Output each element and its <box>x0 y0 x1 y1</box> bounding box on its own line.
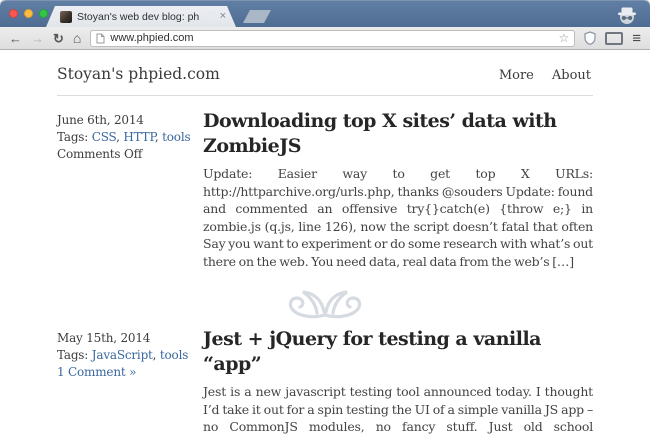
extension-icon[interactable] <box>605 31 624 45</box>
post-tags: Tags: CSS HTTP tools <box>57 129 203 146</box>
comments-link[interactable]: 1 Comment » <box>57 365 136 379</box>
post-comments-status: Comments Off <box>57 147 143 161</box>
reload-icon[interactable]: ↻ <box>53 32 64 45</box>
post-title-link[interactable]: Downloading top X sites’ data with Zombi… <box>203 110 557 157</box>
new-tab-button[interactable] <box>243 10 271 23</box>
back-icon[interactable]: ← <box>9 32 22 45</box>
page-icon <box>96 33 105 43</box>
window-controls <box>9 9 48 18</box>
post-title: Downloading top X sites’ data with Zombi… <box>203 109 593 159</box>
tab-close-icon[interactable]: × <box>220 11 226 22</box>
tag-link[interactable]: tools <box>162 130 190 144</box>
menu-icon[interactable]: ≡ <box>632 31 641 46</box>
post-tags: Tags: JavaScript tools <box>57 347 203 364</box>
tags-label: Tags: <box>57 348 89 362</box>
tag-item: tools <box>160 348 188 362</box>
browser-window: Stoyan's web dev blog: ph × ← → ↻ ⌂ www.… <box>0 0 650 435</box>
tag-item: HTTP <box>123 130 162 144</box>
post-excerpt: Update: Easier way to get top X URLs: ht… <box>203 166 593 269</box>
post-separator <box>57 285 593 323</box>
site-header: Stoyan's phpied.com More About <box>57 50 593 96</box>
post-article: June 6th, 2014 Tags: CSS HTTP tools Comm… <box>57 109 593 270</box>
post-title-link[interactable]: Jest + jQuery for testing a vanilla “app… <box>203 328 542 375</box>
post-body: Jest + jQuery for testing a vanilla “app… <box>203 327 593 435</box>
close-window-button[interactable] <box>9 9 18 18</box>
tags-label: Tags: <box>57 130 89 144</box>
tab-title: Stoyan's web dev blog: ph <box>77 11 216 23</box>
tag-item: JavaScript <box>92 348 160 362</box>
shield-icon[interactable] <box>584 31 596 45</box>
tab-favicon <box>60 11 72 23</box>
tag-link[interactable]: HTTP <box>123 130 155 144</box>
forward-icon[interactable]: → <box>31 32 44 45</box>
tag-link[interactable]: CSS <box>92 130 117 144</box>
post-body: Downloading top X sites’ data with Zombi… <box>203 109 593 270</box>
tag-link[interactable]: tools <box>160 348 188 362</box>
browser-tab[interactable]: Stoyan's web dev blog: ph × <box>46 6 236 27</box>
tag-item: tools <box>162 130 190 144</box>
post-excerpt: Jest is a new javascript testing tool an… <box>203 384 593 434</box>
tag-item: CSS <box>92 130 124 144</box>
site-title[interactable]: Stoyan's phpied.com <box>57 65 220 83</box>
site-nav: More About <box>499 68 591 83</box>
post-meta: June 6th, 2014 Tags: CSS HTTP tools Comm… <box>57 109 203 270</box>
post-date: June 6th, 2014 <box>57 113 144 127</box>
profile-spy-icon[interactable] <box>616 5 638 25</box>
post-meta: May 15th, 2014 Tags: JavaScript tools 1 … <box>57 327 203 435</box>
home-icon[interactable]: ⌂ <box>73 31 81 45</box>
nav-link-more[interactable]: More <box>499 68 534 83</box>
page-viewport: Stoyan's phpied.com More About June 6th,… <box>0 50 650 435</box>
post-title: Jest + jQuery for testing a vanilla “app… <box>203 327 593 377</box>
post-article: May 15th, 2014 Tags: JavaScript tools 1 … <box>57 327 593 435</box>
flourish-ornament-icon <box>288 290 362 319</box>
tag-link[interactable]: JavaScript <box>92 348 153 362</box>
page-content: Stoyan's phpied.com More About June 6th,… <box>57 50 593 435</box>
post-comments-link: 1 Comment » <box>57 364 203 381</box>
address-bar[interactable]: www.phpied.com ☆ <box>90 29 576 47</box>
browser-toolbar: ← → ↻ ⌂ www.phpied.com ☆ ≡ <box>0 27 650 50</box>
url-text[interactable]: www.phpied.com <box>110 32 553 44</box>
nav-link-about[interactable]: About <box>552 68 591 83</box>
minimize-window-button[interactable] <box>24 9 33 18</box>
post-date: May 15th, 2014 <box>57 331 151 345</box>
zoom-window-button[interactable] <box>39 9 48 18</box>
bookmark-star-icon[interactable]: ☆ <box>558 32 569 44</box>
titlebar: Stoyan's web dev blog: ph × <box>0 0 650 27</box>
